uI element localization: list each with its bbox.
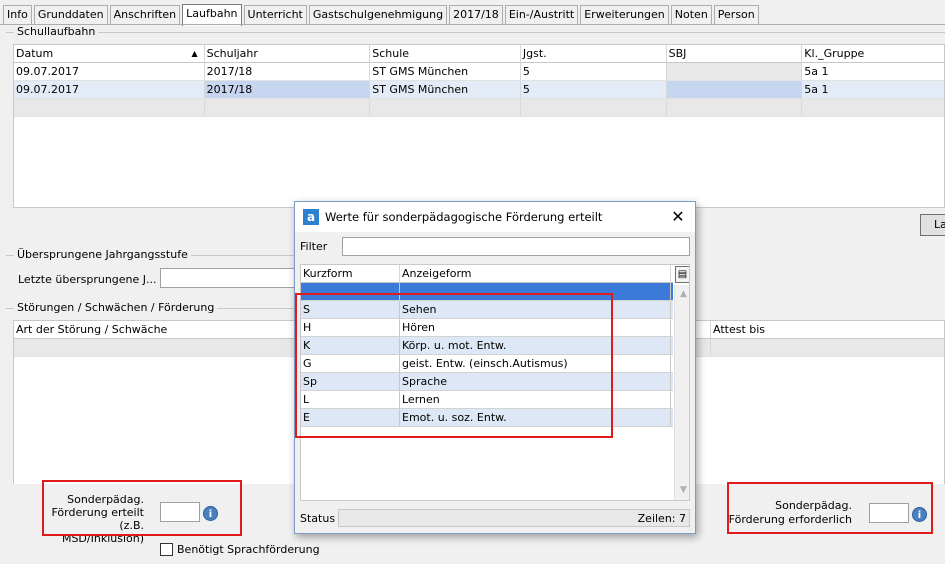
cell-datum: 09.07.2017: [14, 81, 205, 98]
cell-datum: 09.07.2017: [14, 63, 205, 80]
col-header-anzeigeform[interactable]: Anzeigeform: [400, 265, 671, 282]
col-header-datum[interactable]: Datum ▲: [14, 45, 205, 62]
highlight-box: [727, 482, 933, 534]
col-header-label: Datum: [16, 47, 54, 60]
cell-kl-gruppe: 5a 1: [804, 83, 829, 96]
tab-info[interactable]: Info: [3, 5, 32, 25]
cell-sbj: [666, 81, 803, 98]
scroll-up-icon[interactable]: ▲: [676, 287, 689, 302]
cell-schuljahr: 2017/18: [205, 63, 371, 80]
tab-bar: Info Grunddaten Anschriften Laufbahn Unterri…: [3, 4, 761, 26]
row-count: Zeilen: 7: [637, 512, 686, 525]
sort-ascending-icon: ▲: [191, 49, 198, 58]
table-row[interactable]: 09.07.2017 2017/18 ST GMS München 5 5a 1: [14, 81, 944, 99]
col-header-kurzform[interactable]: Kurzform: [301, 265, 400, 282]
schullaufbahn-grid[interactable]: Datum ▲ Schuljahr Schule Jgst. SBJ Kl._G…: [13, 44, 945, 208]
status-label: Status: [300, 512, 336, 525]
tab-erweiterungen[interactable]: Erweiterungen: [580, 5, 669, 25]
highlight-box: [295, 293, 613, 438]
dialog-titlebar[interactable]: a Werte für sonderpädagogische Förderung…: [295, 202, 695, 232]
cell-jgst: 5: [521, 81, 667, 98]
cell-kl-gruppe: 5a 1: [804, 65, 829, 78]
filter-input[interactable]: [342, 237, 690, 256]
table-row[interactable]: 09.07.2017 2017/18 ST GMS München 5 5a 1: [14, 63, 944, 81]
cell-schule: ST GMS München: [370, 81, 521, 98]
cell-jgst: 5: [521, 63, 667, 80]
col-header-schule[interactable]: Schule: [370, 45, 521, 62]
col-header-kl-gruppe[interactable]: Kl._Gruppe: [802, 45, 944, 62]
col-header-attest-bis[interactable]: Attest bis: [711, 321, 944, 338]
tab-grunddaten[interactable]: Grunddaten: [33, 5, 108, 25]
tab-gastschulgenehmigung[interactable]: Gastschulgenehmigung: [308, 5, 448, 25]
tab-underline: [0, 24, 945, 25]
scroll-down-icon[interactable]: ▼: [676, 483, 689, 498]
tab-person[interactable]: Person: [713, 5, 759, 25]
schullaufbahn-group-label: Schullaufbahn: [14, 25, 99, 38]
cell-sbj: [666, 63, 803, 80]
col-header-sbj[interactable]: SBJ: [667, 45, 803, 62]
highlight-box: [42, 480, 242, 536]
col-header-schuljahr[interactable]: Schuljahr: [205, 45, 371, 62]
tab-ein-austritt[interactable]: Ein-/Austritt: [504, 5, 579, 25]
table-row-new[interactable]: [14, 99, 944, 117]
tab-noten[interactable]: Noten: [670, 5, 712, 25]
cell-schule: ST GMS München: [370, 63, 521, 80]
sprachfoerderung-checkbox[interactable]: [160, 543, 173, 556]
tab-anschriften[interactable]: Anschriften: [109, 5, 181, 25]
letzte-uebersprungene-label: Letzte übersprungene J...: [18, 273, 157, 286]
dialog-grid-header: Kurzform Anzeigeform: [301, 265, 673, 283]
stoerungen-group-label: Störungen / Schwächen / Förderung: [14, 301, 218, 314]
tab-unterricht[interactable]: Unterricht: [243, 5, 307, 25]
dialog-title: Werte für sonderpädagogische Förderung e…: [325, 210, 603, 224]
status-bar: Zeilen: 7: [338, 509, 690, 527]
schullaufbahn-grid-header: Datum ▲ Schuljahr Schule Jgst. SBJ Kl._G…: [14, 45, 944, 63]
laufbahn-action-button[interactable]: La: [920, 214, 945, 236]
filter-label: Filter: [300, 240, 328, 253]
letzte-uebersprungene-input[interactable]: [160, 268, 296, 288]
uebersprungen-group-label: Übersprungene Jahrgangsstufe: [14, 248, 191, 261]
dialog-scrollbar[interactable]: ▲ ▼: [674, 285, 689, 500]
sprachfoerderung-label: Benötigt Sprachförderung: [177, 543, 320, 556]
col-header-jgst[interactable]: Jgst.: [521, 45, 667, 62]
tab-laufbahn[interactable]: Laufbahn: [182, 4, 242, 26]
group-divider: [6, 32, 945, 33]
column-chooser-icon[interactable]: ▤: [675, 266, 689, 283]
cell-schuljahr: 2017/18: [204, 81, 371, 98]
tab-2017-18[interactable]: 2017/18: [449, 5, 503, 25]
close-icon[interactable]: ✕: [665, 205, 691, 229]
app-icon: a: [303, 209, 319, 225]
